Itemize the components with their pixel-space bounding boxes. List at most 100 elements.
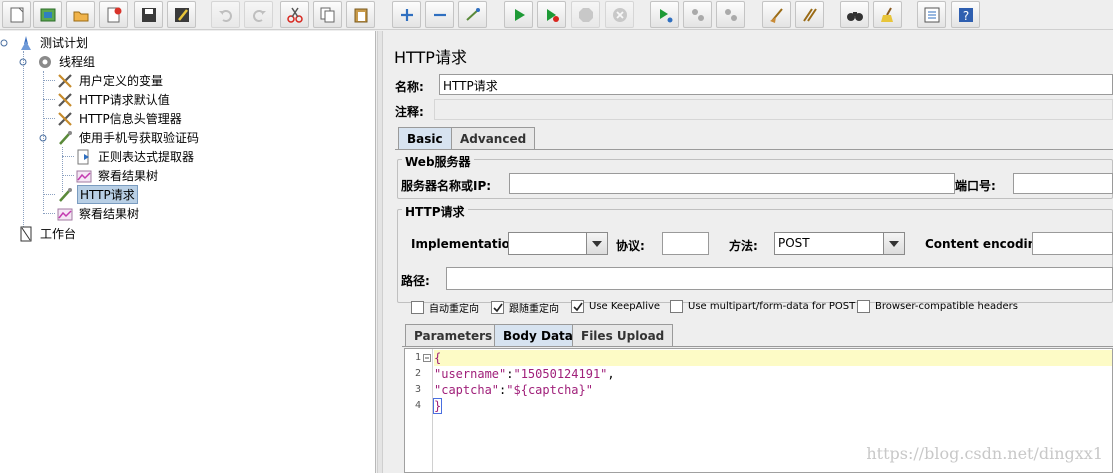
- name-field[interactable]: HTTP请求: [439, 74, 1113, 95]
- path-input[interactable]: [446, 267, 1113, 290]
- tree-expand-toggle[interactable]: [39, 134, 47, 142]
- method-select[interactable]: POST: [774, 232, 905, 255]
- implementation-select[interactable]: [508, 232, 608, 255]
- checkbox-box: [491, 301, 504, 314]
- stop-icon[interactable]: [571, 1, 600, 28]
- reset-search-broom-icon[interactable]: [873, 1, 902, 28]
- port-input[interactable]: [1013, 173, 1113, 194]
- open-folder-icon[interactable]: [66, 1, 95, 28]
- http-request-legend: HTTP请求: [402, 203, 468, 220]
- content-encoding-label: Content encoding:: [925, 237, 1050, 251]
- tab-parameters[interactable]: Parameters: [405, 324, 502, 346]
- tree-expand-toggle[interactable]: [19, 58, 27, 66]
- chevron-down-icon: [883, 233, 904, 254]
- code-line: "captcha":"${captcha}": [434, 383, 593, 397]
- tree-expand-toggle[interactable]: [0, 39, 8, 47]
- close-file-icon[interactable]: [99, 1, 128, 28]
- current-line-highlight: [434, 350, 1112, 366]
- tree-connector: [43, 118, 55, 119]
- tree-connector: [43, 194, 55, 195]
- browser-compatible-checkbox[interactable]: Browser-compatible headers: [857, 300, 1018, 313]
- undo-icon[interactable]: [211, 1, 240, 28]
- tree-connector: [43, 80, 55, 81]
- test-plan-icon: [17, 34, 35, 51]
- tree-node-workbench[interactable]: 工作台: [17, 224, 78, 243]
- config-wrench-icon: [56, 91, 74, 108]
- clear-all-icon[interactable]: [795, 1, 824, 28]
- post-processor-icon: [75, 148, 93, 165]
- tree-connector: [23, 51, 24, 231]
- tab-files-upload[interactable]: Files Upload: [572, 324, 674, 346]
- tree-connector: [62, 175, 74, 176]
- auto-redirect-checkbox[interactable]: 自动重定向: [411, 300, 479, 315]
- watermark: https://blog.csdn.net/dingxx1: [866, 444, 1103, 463]
- tree-node-header-manager[interactable]: HTTP信息头管理器: [56, 109, 184, 128]
- run-icon[interactable]: [504, 1, 533, 28]
- server-label: 服务器名称或IP:: [401, 179, 492, 193]
- tab-basic[interactable]: Basic: [398, 127, 452, 149]
- multipart-checkbox[interactable]: Use multipart/form-data for POST: [670, 300, 855, 313]
- expand-icon[interactable]: [392, 1, 421, 28]
- config-wrench-icon: [56, 110, 74, 127]
- remote-stop-icon[interactable]: [683, 1, 712, 28]
- save-icon[interactable]: [134, 1, 163, 28]
- content-encoding-input[interactable]: [1032, 232, 1113, 255]
- shutdown-icon[interactable]: [605, 1, 634, 28]
- remote-start-icon[interactable]: [650, 1, 679, 28]
- listener-chart-icon: [75, 167, 93, 184]
- tree-connector: [62, 156, 74, 157]
- copy-icon[interactable]: [313, 1, 342, 28]
- listener-chart-icon: [56, 205, 74, 222]
- tree-node-results-tree-1[interactable]: 察看结果树: [75, 166, 160, 185]
- clear-icon[interactable]: [762, 1, 791, 28]
- cut-icon[interactable]: [280, 1, 309, 28]
- thread-group-icon: [36, 53, 54, 70]
- code-line: "username":"15050124191",: [434, 367, 615, 381]
- code-line: {: [434, 351, 442, 365]
- server-input[interactable]: [509, 173, 955, 194]
- code-line: }: [432, 398, 443, 414]
- tree-node-test-plan[interactable]: 测试计划: [17, 33, 90, 52]
- keepalive-checkbox[interactable]: Use KeepAlive: [571, 300, 660, 313]
- help-icon[interactable]: ?: [951, 1, 980, 28]
- tree-node-thread-group[interactable]: 线程组: [36, 52, 97, 71]
- remote-shutdown-icon[interactable]: [716, 1, 745, 28]
- run-no-pause-icon[interactable]: [537, 1, 566, 28]
- tree-node-user-vars[interactable]: 用户定义的变量: [56, 71, 165, 90]
- protocol-label: 协议:: [616, 239, 645, 253]
- tree-node-get-captcha[interactable]: 使用手机号获取验证码: [56, 128, 201, 147]
- checkbox-box: [670, 300, 683, 313]
- tab-body-data[interactable]: Body Data: [494, 324, 582, 346]
- web-server-legend: Web服务器: [402, 153, 474, 170]
- tree-node-results-tree-2[interactable]: 察看结果树: [56, 204, 141, 223]
- tree-connector: [43, 213, 55, 214]
- path-label: 路径:: [401, 274, 430, 288]
- checkbox-box: [857, 300, 870, 313]
- protocol-input[interactable]: [662, 232, 709, 255]
- test-plan-tree: 测试计划 线程组 用户定义的变量 HTTP请求默认值 HTTP信息头管理器 使用…: [0, 31, 376, 473]
- tree-node-http-request[interactable]: HTTP请求: [56, 185, 138, 204]
- workbench-icon: [17, 225, 35, 242]
- config-wrench-icon: [56, 72, 74, 89]
- templates-icon[interactable]: [33, 1, 62, 28]
- function-helper-icon[interactable]: [917, 1, 946, 28]
- fold-toggle-icon[interactable]: [423, 354, 431, 362]
- comment-field[interactable]: [434, 99, 1113, 120]
- redo-icon[interactable]: [244, 1, 273, 28]
- sampler-pipette-icon: [56, 186, 74, 203]
- save-as-icon[interactable]: [167, 1, 196, 28]
- line-number-gutter: 1 2 3 4: [405, 349, 433, 472]
- tree-node-http-defaults[interactable]: HTTP请求默认值: [56, 90, 172, 109]
- implementation-label: Implementation:: [411, 237, 524, 251]
- name-label: 名称:: [395, 80, 424, 94]
- toggle-icon[interactable]: [458, 1, 487, 28]
- paste-icon[interactable]: [346, 1, 375, 28]
- new-file-icon[interactable]: [2, 1, 31, 28]
- tab-advanced[interactable]: Advanced: [451, 127, 536, 149]
- sampler-pipette-icon: [56, 129, 74, 146]
- follow-redirect-checkbox[interactable]: 跟随重定向: [491, 300, 559, 315]
- svg-text:?: ?: [962, 9, 968, 23]
- tree-node-regex-extractor[interactable]: 正则表达式提取器: [75, 147, 196, 166]
- collapse-icon[interactable]: [425, 1, 454, 28]
- search-binoculars-icon[interactable]: [840, 1, 869, 28]
